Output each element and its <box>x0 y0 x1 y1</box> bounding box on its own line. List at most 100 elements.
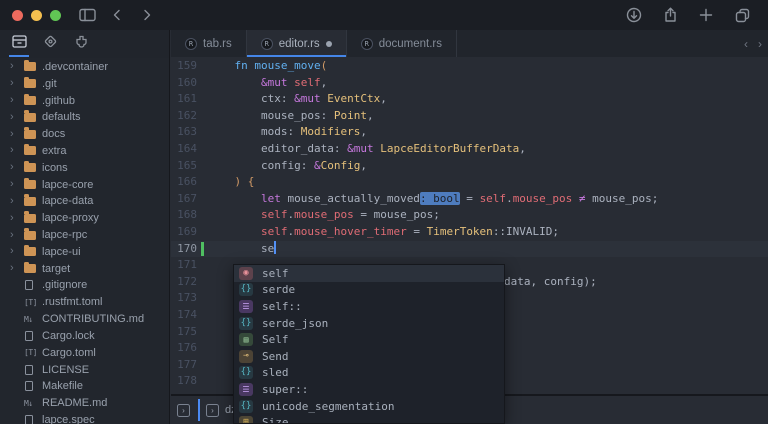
source-control-icon <box>44 35 57 53</box>
share-button[interactable] <box>658 4 682 26</box>
folder-icon <box>24 247 42 256</box>
chevron-right-icon: › <box>10 213 24 224</box>
rust-file-icon: R <box>361 38 373 50</box>
chevron-right-icon <box>141 9 153 21</box>
file-icon <box>24 280 42 290</box>
code-line-163[interactable]: 163 mods: Modifiers, <box>171 124 768 141</box>
code-line-162[interactable]: 162 mouse_pos: Point, <box>171 108 768 125</box>
tree-item-label: CONTRIBUTING.md <box>42 313 144 325</box>
tree-folder-lapce-ui[interactable]: ›lapce-ui <box>0 243 169 260</box>
completion-item-sled[interactable]: {}sled <box>234 365 504 382</box>
line-number: 170 <box>171 241 197 258</box>
code-line-161[interactable]: 161 ctx: &mut EventCtx, <box>171 91 768 108</box>
download-button[interactable] <box>622 4 646 26</box>
code-line-159[interactable]: 159 fn mouse_move( <box>171 58 768 75</box>
completion-item-self::[interactable]: ☰self:: <box>234 298 504 315</box>
nav-forward-button[interactable] <box>135 4 159 26</box>
line-text: se <box>208 241 768 258</box>
code-line-169[interactable]: 169 self.mouse_hover_timer = TimerToken:… <box>171 224 768 241</box>
file-icon <box>24 331 42 341</box>
tree-file-.gitignore[interactable]: .gitignore <box>0 277 169 294</box>
completion-item-super::[interactable]: ☰super:: <box>234 381 504 398</box>
activity-item-source-control[interactable] <box>39 31 61 57</box>
tree-folder-target[interactable]: ›target <box>0 260 169 277</box>
nav-back-button[interactable] <box>105 4 129 26</box>
completion-item-serde_json[interactable]: {}serde_json <box>234 315 504 332</box>
activity-item-extensions[interactable] <box>70 31 92 57</box>
line-number: 176 <box>171 340 197 357</box>
gutter-space <box>197 373 208 390</box>
tree-folder-icons[interactable]: ›icons <box>0 159 169 176</box>
tree-folder-defaults[interactable]: ›defaults <box>0 109 169 126</box>
tree-folder-docs[interactable]: ›docs <box>0 126 169 143</box>
completion-label: Size <box>262 416 289 424</box>
code-line-170[interactable]: 170 se <box>171 241 768 258</box>
code-line-165[interactable]: 165 config: &Config, <box>171 158 768 175</box>
completion-label: unicode_segmentation <box>262 400 394 413</box>
tabs-scroll-right-button[interactable]: › <box>758 37 762 51</box>
line-text: editor_data: &mut LapceEditorBufferData, <box>208 141 768 158</box>
change-marker <box>197 241 208 258</box>
folder-icon <box>24 180 42 189</box>
close-button[interactable] <box>12 10 23 21</box>
tree-file-Cargo.toml[interactable]: [T]Cargo.toml <box>0 344 169 361</box>
tree-file-README.md[interactable]: M↓README.md <box>0 395 169 412</box>
new-tab-button[interactable] <box>694 4 718 26</box>
tab-document.rs[interactable]: Rdocument.rs <box>347 30 457 57</box>
folder-icon <box>24 214 42 223</box>
minimize-button[interactable] <box>31 10 42 21</box>
tree-file-LICENSE[interactable]: LICENSE <box>0 361 169 378</box>
rust-file-icon: R <box>261 38 273 50</box>
tree-item-label: LICENSE <box>42 364 89 376</box>
tree-item-label: .rustfmt.toml <box>42 296 103 308</box>
completion-label: self <box>262 267 289 280</box>
completion-item-Size[interactable]: ⊞ Size <box>234 414 504 424</box>
completion-kind-struct-icon: ▤ <box>239 333 253 346</box>
completion-kind-struct2-icon: ⊞ <box>239 416 253 424</box>
completion-item-self[interactable]: ◉self <box>234 265 504 282</box>
folder-icon <box>24 113 42 122</box>
tree-file-Makefile[interactable]: Makefile <box>0 378 169 395</box>
gutter-space <box>197 75 208 92</box>
terminal-panel-icon[interactable]: › <box>177 404 190 417</box>
tree-folder-.github[interactable]: ›.github <box>0 92 169 109</box>
tab-tab.rs[interactable]: Rtab.rs <box>171 30 247 57</box>
tree-file-lapce.spec[interactable]: lapce.spec <box>0 412 169 424</box>
tree-item-label: lapce-core <box>42 179 93 191</box>
tree-folder-extra[interactable]: ›extra <box>0 143 169 160</box>
completion-item-serde[interactable]: {}serde <box>234 282 504 299</box>
tree-file-CONTRIBUTING.md[interactable]: M↓CONTRIBUTING.md <box>0 311 169 328</box>
activity-item-explorer[interactable] <box>8 31 30 57</box>
tree-folder-lapce-core[interactable]: ›lapce-core <box>0 176 169 193</box>
tab-bar: Rtab.rsReditor.rsRdocument.rs ‹ › <box>171 30 768 57</box>
tree-folder-lapce-data[interactable]: ›lapce-data <box>0 193 169 210</box>
line-text: self.mouse_pos = mouse_pos; <box>208 207 768 224</box>
tree-folder-.git[interactable]: ›.git <box>0 75 169 92</box>
zoom-button[interactable] <box>50 10 61 21</box>
code-line-160[interactable]: 160 &mut self, <box>171 75 768 92</box>
tree-file-.rustfmt.toml[interactable]: [T].rustfmt.toml <box>0 294 169 311</box>
code-line-166[interactable]: 166 ) { <box>171 174 768 191</box>
sidebar-toggle-button[interactable] <box>75 4 99 26</box>
tree-folder-lapce-proxy[interactable]: ›lapce-proxy <box>0 210 169 227</box>
tab-editor.rs[interactable]: Reditor.rs <box>247 30 347 57</box>
code-line-167[interactable]: 167 let mouse_actually_moved: bool = sel… <box>171 191 768 208</box>
extensions-icon <box>75 35 88 53</box>
show-all-windows-button[interactable] <box>730 4 754 26</box>
completion-kind-snippet-icon: ☰ <box>239 383 253 396</box>
completion-item-unicode_segmentation[interactable]: {}unicode_segmentation <box>234 398 504 415</box>
completion-item-Send[interactable]: ⊸Send <box>234 348 504 365</box>
code-line-168[interactable]: 168 self.mouse_pos = mouse_pos; <box>171 207 768 224</box>
gutter-space <box>197 357 208 374</box>
tree-file-Cargo.lock[interactable]: Cargo.lock <box>0 328 169 345</box>
completion-item-Self[interactable]: ▤Self <box>234 331 504 348</box>
file-icon <box>24 381 42 391</box>
line-number: 164 <box>171 141 197 158</box>
code-line-164[interactable]: 164 editor_data: &mut LapceEditorBufferD… <box>171 141 768 158</box>
gutter-space <box>197 290 208 307</box>
gutter-space <box>197 257 208 274</box>
tree-folder-.devcontainer[interactable]: ›.devcontainer <box>0 59 169 76</box>
tree-item-label: .gitignore <box>42 279 87 291</box>
tree-folder-lapce-rpc[interactable]: ›lapce-rpc <box>0 227 169 244</box>
tabs-scroll-left-button[interactable]: ‹ <box>744 37 748 51</box>
